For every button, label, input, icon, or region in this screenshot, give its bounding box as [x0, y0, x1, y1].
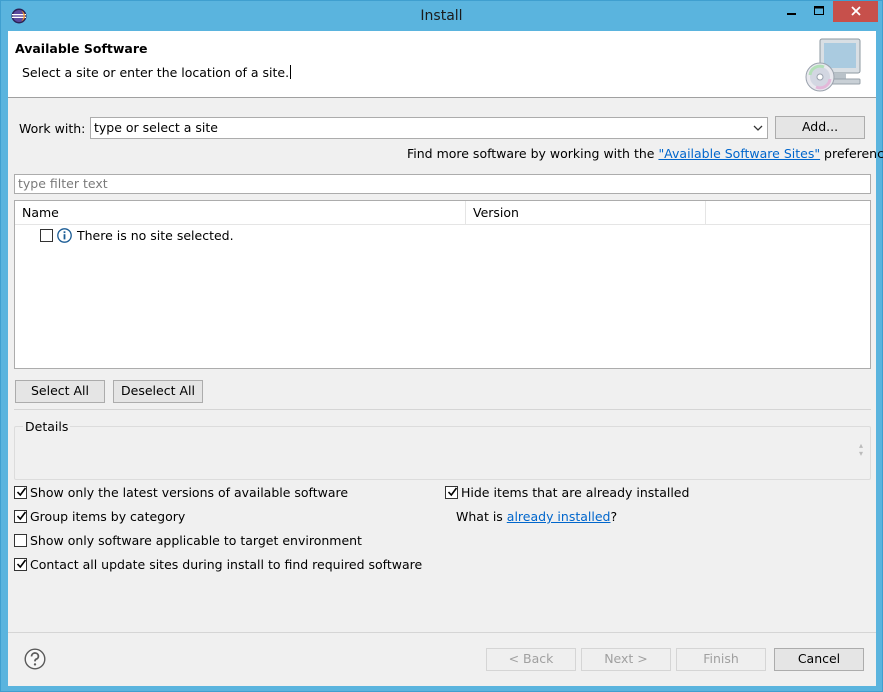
checkmark-icon: [16, 511, 27, 521]
column-header-empty: [706, 201, 870, 225]
wizard-header: Available Software Select a site or ente…: [8, 31, 876, 98]
available-software-sites-link[interactable]: "Available Software Sites": [658, 146, 820, 161]
find-more-text: Find more software by working with the "…: [407, 146, 883, 161]
minimize-icon: [787, 13, 796, 15]
applicable-only-checkbox[interactable]: [14, 534, 27, 547]
deselect-all-button[interactable]: Deselect All: [113, 380, 203, 403]
work-with-value: type or select a site: [94, 120, 218, 135]
filter-placeholder: type filter text: [18, 176, 108, 191]
software-table[interactable]: Name Version There is no site selected.: [14, 200, 871, 369]
latest-versions-label: Show only the latest versions of availab…: [30, 485, 349, 500]
checkmark-icon: [16, 487, 27, 497]
find-more-prefix: Find more software by working with the: [407, 146, 659, 161]
finish-button[interactable]: Finish: [676, 648, 766, 671]
maximize-icon: [814, 6, 824, 15]
close-button[interactable]: [833, 1, 878, 22]
chevron-down-icon[interactable]: [752, 123, 764, 133]
maximize-button[interactable]: [806, 1, 832, 22]
window-title: Install: [420, 8, 463, 24]
details-label: Details: [23, 419, 71, 434]
hide-installed-label: Hide items that are already installed: [461, 485, 690, 500]
select-all-button[interactable]: Select All: [15, 380, 105, 403]
latest-versions-checkbox[interactable]: [14, 486, 27, 499]
divider: [14, 409, 871, 410]
details-area[interactable]: ▴ ▾: [14, 426, 871, 480]
checkmark-icon: [447, 487, 458, 497]
text-caret: [290, 65, 292, 79]
column-header-name[interactable]: Name: [15, 201, 466, 225]
close-icon: [850, 6, 861, 16]
contact-sites-label: Contact all update sites during install …: [30, 557, 423, 572]
applicable-only-label: Show only software applicable to target …: [30, 533, 362, 548]
page-title: Available Software: [15, 41, 148, 56]
minimize-button[interactable]: [779, 1, 805, 22]
what-is-prefix: What is: [456, 509, 507, 524]
already-installed-link[interactable]: already installed: [507, 509, 611, 524]
row-text: There is no site selected.: [77, 228, 234, 243]
filter-input[interactable]: type filter text: [14, 174, 871, 194]
footer-divider: [8, 632, 876, 633]
help-icon[interactable]: [24, 648, 46, 670]
cancel-button[interactable]: Cancel: [774, 648, 864, 671]
work-with-label: Work with:: [19, 121, 86, 136]
group-by-category-label: Group items by category: [30, 509, 186, 524]
contact-sites-checkbox[interactable]: [14, 558, 27, 571]
title-bar[interactable]: Install: [1, 1, 882, 31]
info-icon: [57, 228, 72, 243]
add-site-button[interactable]: Add...: [775, 116, 865, 139]
hide-installed-checkbox[interactable]: [445, 486, 458, 499]
page-description: Select a site or enter the location of a…: [22, 65, 292, 80]
row-checkbox[interactable]: [40, 229, 53, 242]
dialog-body: Available Software Select a site or ente…: [8, 31, 883, 686]
column-header-version[interactable]: Version: [466, 201, 706, 225]
what-is-installed-text: What is already installed?: [456, 509, 617, 524]
checkmark-icon: [16, 559, 27, 569]
find-more-suffix: preferences.: [824, 146, 883, 161]
next-button[interactable]: Next >: [581, 648, 671, 671]
what-is-suffix: ?: [610, 509, 618, 524]
install-window: Install Available Software Select a site…: [0, 0, 883, 692]
work-with-combo[interactable]: type or select a site: [90, 117, 768, 139]
scroll-arrows-icon[interactable]: ▴ ▾: [857, 442, 865, 458]
group-by-category-checkbox[interactable]: [14, 510, 27, 523]
install-computer-icon: [805, 38, 861, 92]
back-button[interactable]: < Back: [486, 648, 576, 671]
page-description-text: Select a site or enter the location of a…: [22, 65, 290, 80]
